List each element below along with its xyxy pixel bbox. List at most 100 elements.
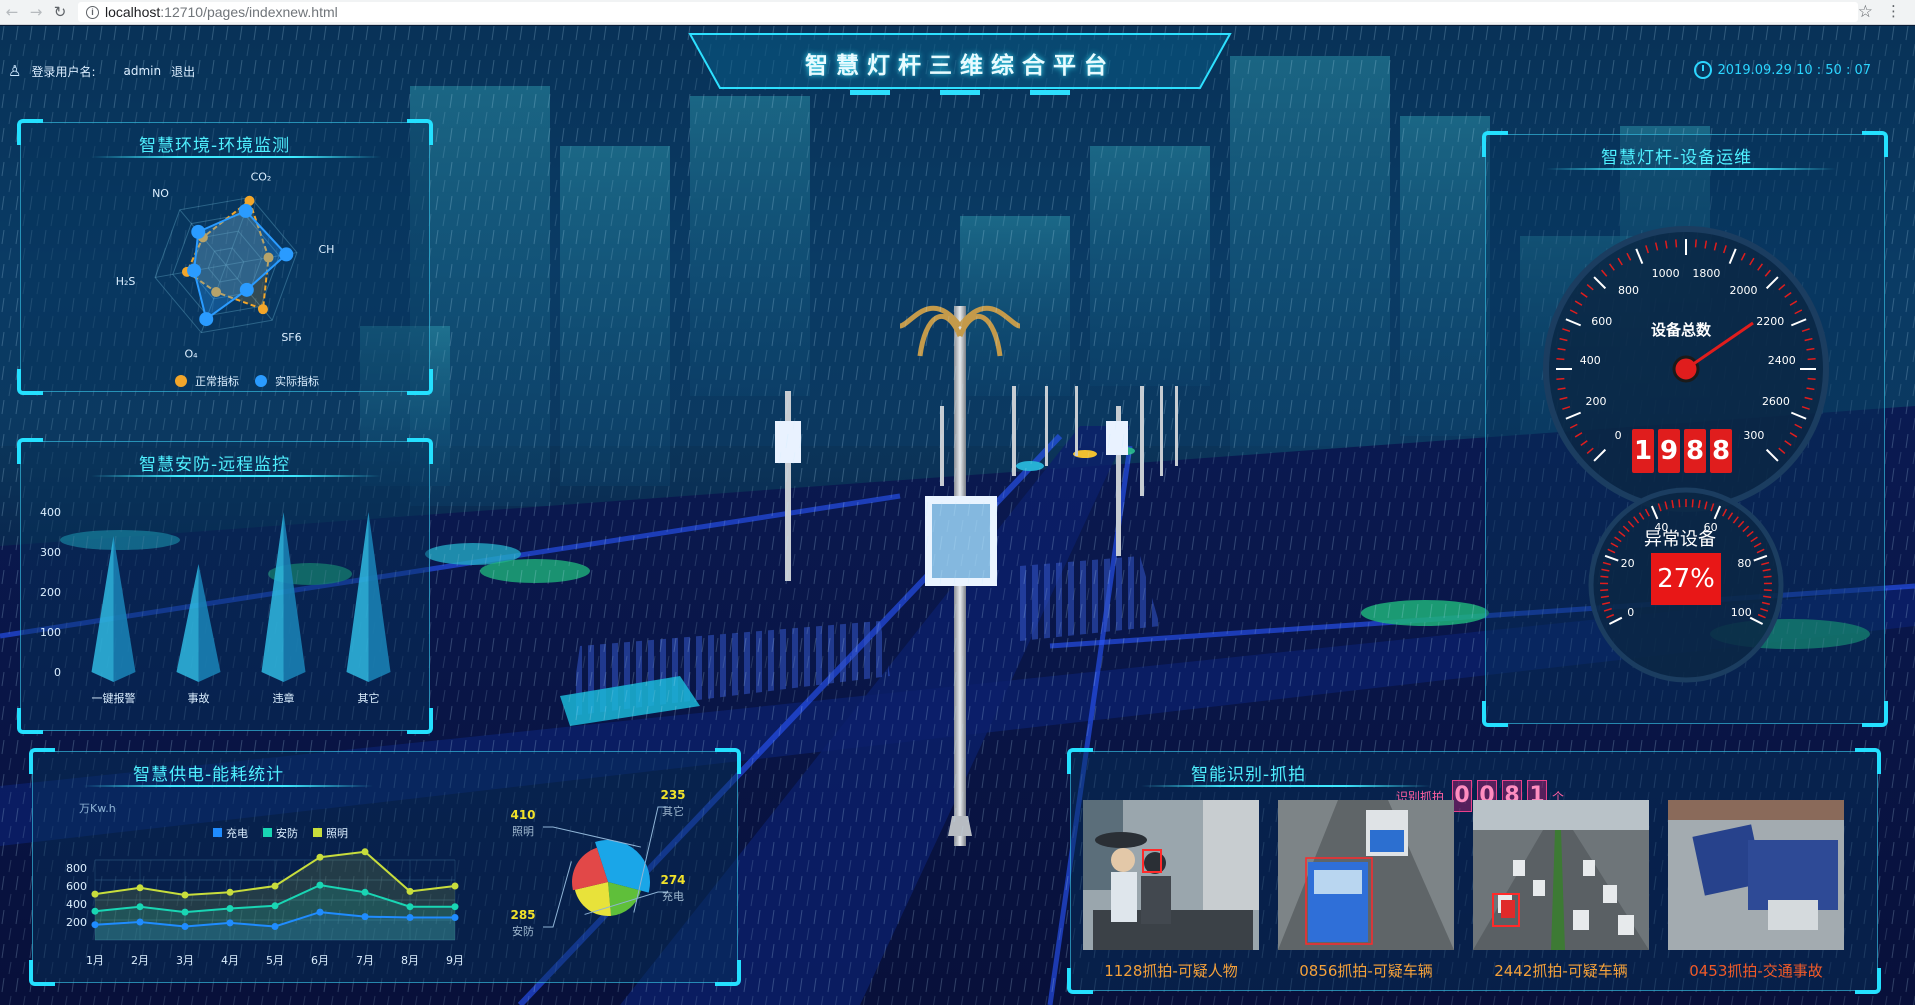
total-digit: 8 — [1684, 429, 1706, 473]
capture-photo-traffic[interactable] — [1473, 800, 1649, 950]
x-tick-label: 2月 — [131, 954, 149, 967]
photo-caption: 1128抓拍-可疑人物 — [1104, 962, 1238, 980]
radar-chart: CO₂ CH SF6 O₄ H₂S NO 正常指标 实际指标 — [116, 171, 335, 388]
x-tick-label: 5月 — [266, 954, 284, 967]
datetime-text: 2019.09.29 10 : 50 : 07 — [1717, 62, 1871, 78]
user-area: ♙ 登录用户名: admin 退出 — [8, 62, 195, 80]
legend-label: 充电 — [226, 826, 248, 840]
series-point — [271, 882, 279, 890]
series-point — [451, 903, 459, 911]
capture-photo-truck[interactable] — [1278, 800, 1454, 950]
x-tick-label: 9月 — [446, 954, 464, 967]
small-gauge-tick — [1763, 575, 1772, 578]
gauge-label: 设备总数 — [1651, 321, 1712, 339]
small-gauge-tick — [1600, 589, 1609, 592]
radar-axis-label: H₂S — [116, 275, 136, 288]
y-tick-label: 200 — [40, 586, 61, 599]
device-total-digits: 1988 — [1632, 429, 1736, 473]
series-point — [181, 923, 189, 930]
x-tick-label: 事故 — [188, 691, 210, 705]
bookmark-star-icon[interactable]: ☆ — [1858, 2, 1873, 22]
total-digit: 8 — [1710, 429, 1732, 473]
radar-point — [238, 203, 253, 218]
x-tick-label: 6月 — [311, 954, 329, 967]
bar-shadow — [283, 512, 306, 682]
series-point — [136, 884, 144, 892]
back-icon[interactable]: ← — [0, 0, 24, 24]
y-tick-label: 400 — [66, 898, 87, 911]
capture-photo-accident[interactable] — [1668, 800, 1844, 950]
series-point — [91, 890, 99, 898]
legend-marker — [175, 375, 187, 387]
radar-point — [257, 304, 268, 315]
series-point — [226, 919, 234, 927]
energy-pie-chart: 410 照明 235 其它 274 充电 285 安防 — [510, 788, 685, 938]
small-gauge-tick-label: 40 — [1654, 521, 1669, 535]
total-digit: 9 — [1658, 429, 1680, 473]
device-panel: 智慧灯杆-设备运维 设备总数 0 200 400 600 800 1000 1800 2000… — [1482, 131, 1888, 727]
env-monitor-panel: 智慧环境-环境监测 CO₂ CH SF6 O₄ H₂S NO 正常指标 实际指标 — [17, 119, 433, 395]
capture-panel: 智能识别-抓拍 识别抓拍 0081 个 1128抓拍-可疑人物 0856抓拍-可… — [1067, 748, 1881, 994]
logout-link[interactable]: 退出 — [171, 63, 195, 80]
small-gauge-tick — [1678, 499, 1681, 508]
gauge-tick-label: 2200 — [1756, 314, 1785, 328]
y-tick-label: 300 — [40, 546, 61, 559]
info-icon[interactable]: i — [86, 5, 99, 19]
address-bar[interactable]: i localhost:12710/pages/indexnew.html — [78, 2, 1858, 22]
series-point — [406, 887, 414, 895]
small-gauge-tick-label: 60 — [1703, 521, 1718, 535]
abnormal-percent: 27% — [1651, 553, 1721, 605]
small-gauge-tick-label: 20 — [1620, 556, 1635, 570]
series-point — [451, 914, 459, 921]
gauge-tick-label: 300 — [1743, 428, 1765, 442]
bar — [261, 512, 284, 682]
browser-toolbar: ← → ↻ i localhost:12710/pages/indexnew.h… — [0, 0, 1915, 25]
gauge-tick-label: 2600 — [1761, 394, 1790, 408]
capture-photo-person[interactable] — [1083, 800, 1259, 950]
small-gauge-tick — [1691, 499, 1694, 508]
gauge-tick-label: 1000 — [1651, 267, 1680, 281]
gauge-tick-label: 2000 — [1729, 284, 1758, 298]
radar-axis-label: SF6 — [281, 331, 301, 344]
radar-axis-label: CO₂ — [251, 171, 272, 184]
radar-axis-label: O₄ — [184, 347, 198, 360]
gauge-tick-label: 1800 — [1692, 267, 1721, 281]
forward-icon[interactable]: → — [24, 0, 48, 24]
series-point — [136, 918, 144, 926]
series-point — [181, 908, 189, 916]
radar-axis-label: NO — [152, 187, 169, 200]
y-tick-label: 200 — [66, 916, 87, 929]
pie-value-label: 274 — [660, 873, 685, 887]
small-gauge-tick-label: 80 — [1737, 556, 1752, 570]
small-gauge-tick-label: 0 — [1627, 606, 1635, 620]
series-point — [361, 848, 369, 856]
series-point — [271, 923, 279, 930]
radar-point — [199, 312, 214, 327]
series-point — [271, 902, 279, 910]
gauge-tick-label: 200 — [1585, 394, 1607, 408]
energy-panel: 智慧供电-能耗统计 万Kw.h 200 400 600 800 1月 2月 3月 4月 5月 6月… — [29, 748, 741, 986]
menu-icon[interactable]: ⋮ — [1886, 2, 1901, 20]
small-gauge-tick — [1763, 589, 1772, 592]
user-label: 登录用户名: — [31, 64, 96, 79]
series-point — [226, 888, 234, 896]
legend-label: 实际指标 — [275, 374, 319, 388]
series-point — [181, 891, 189, 899]
y-tick-label: 400 — [40, 506, 61, 519]
security-panel: 智慧安防-远程监控 0 100 200 300 400 一键报警 事故 违章 其它 — [17, 438, 433, 734]
bar — [91, 536, 114, 682]
x-tick-label: 7月 — [356, 954, 374, 967]
energy-line-chart: 200 400 600 800 1月 2月 3月 4月 5月 6月 7月 8月 9月 充电 安防 照明 — [66, 826, 464, 967]
series-point — [316, 908, 324, 916]
reload-icon[interactable]: ↻ — [48, 0, 72, 24]
dashboard-scene: 智慧灯杆三维综合平台 ♙ 登录用户名: admin 退出 2019.09.29 … — [0, 26, 1915, 1005]
gauge-tick-label: 800 — [1617, 284, 1639, 298]
pie-category-label: 安防 — [512, 924, 534, 938]
series-point — [361, 888, 369, 896]
url-host: localhost — [105, 4, 161, 20]
gauge-tick-label: 600 — [1591, 314, 1613, 328]
pie-leader — [543, 861, 572, 928]
page-title: 智慧灯杆三维综合平台 — [805, 53, 1115, 79]
radar-point — [239, 282, 254, 297]
bar-shadow — [113, 536, 136, 682]
